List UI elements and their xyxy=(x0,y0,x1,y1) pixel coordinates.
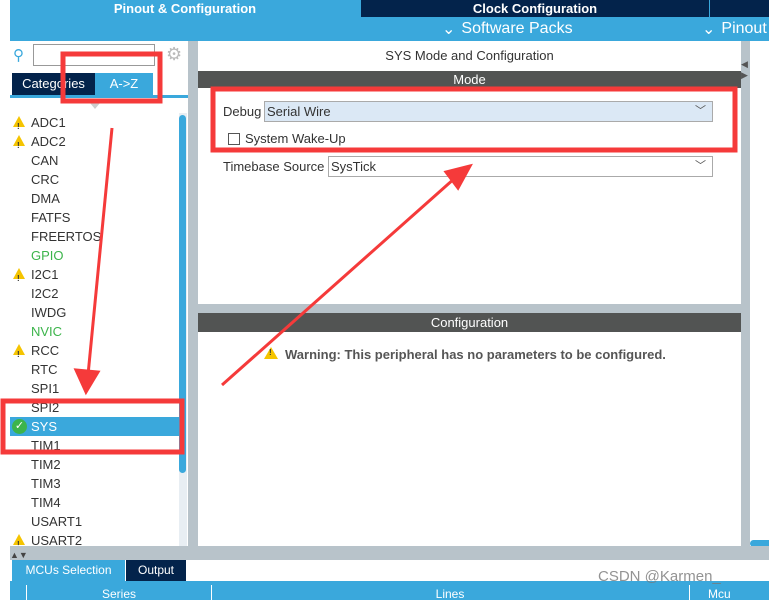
annotation-box-az xyxy=(60,51,163,104)
annotation-arrowhead xyxy=(73,368,101,396)
annotation-box-sys xyxy=(0,398,185,455)
annotation-arrow-up xyxy=(221,176,456,387)
annotation-arrow-down xyxy=(86,127,114,376)
annotation-overlay xyxy=(0,51,738,455)
annotation-box-debug xyxy=(210,86,738,153)
